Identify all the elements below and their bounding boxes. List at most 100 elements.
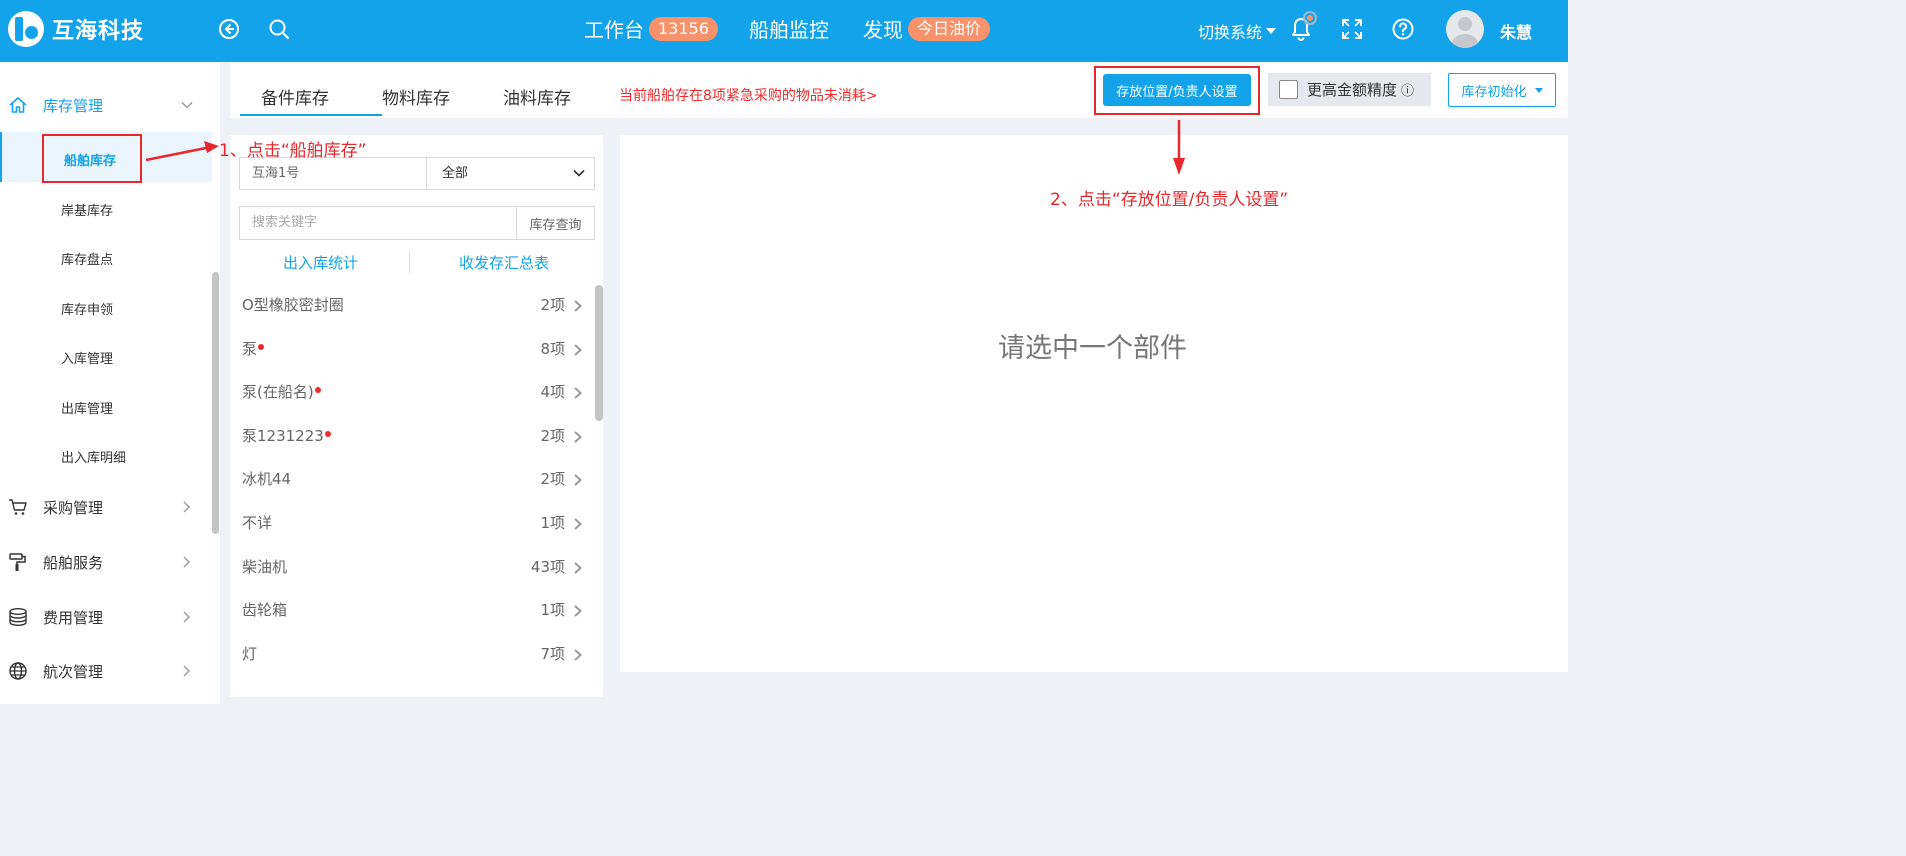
brand-logo[interactable]: 互海科技 [8, 11, 144, 47]
nav-discover[interactable]: 发现 今日油价 [863, 14, 991, 43]
chevron-right-icon [574, 300, 582, 312]
sidebar-scrollbar[interactable] [212, 272, 219, 534]
urgent-dot-icon [258, 343, 265, 350]
help-icon[interactable] [1391, 17, 1415, 41]
sidebar-group-label: 库存管理 [43, 96, 104, 115]
sidebar-item-requisition[interactable]: 库存申领 [61, 299, 113, 318]
sidebar-group-voyage[interactable]: 航次管理 [0, 656, 220, 686]
list-item[interactable]: 不详 1项 [242, 512, 587, 536]
part-count: 7项 [540, 644, 565, 663]
globe-icon [9, 662, 27, 680]
list-item[interactable]: 柴油机 43项 [242, 556, 587, 580]
coins-stack-icon [9, 608, 27, 627]
higher-precision-toggle[interactable]: 更高金额精度 ⓘ [1268, 73, 1431, 106]
urgent-dot-icon [324, 430, 331, 437]
chevron-right-icon [183, 501, 190, 513]
sidebar-item-outbound[interactable]: 出库管理 [61, 398, 113, 417]
part-name: 柴油机 [242, 557, 288, 576]
info-icon[interactable]: ⓘ [1401, 80, 1414, 99]
chevron-right-icon [574, 561, 582, 574]
switch-system-label: 切换系统 [1198, 23, 1263, 42]
logo-icon [8, 11, 44, 47]
precision-checkbox[interactable] [1279, 80, 1298, 99]
part-count: 8项 [540, 339, 565, 358]
brand-name: 互海科技 [52, 19, 145, 44]
chevron-right-icon [183, 556, 190, 568]
inventory-init-dropdown[interactable]: 库存初始化 [1448, 73, 1556, 107]
sidebar-group-label: 船舶服务 [43, 553, 104, 572]
inventory-query-button[interactable]: 库存查询 [516, 206, 595, 240]
tab-spare-parts[interactable]: 备件库存 [261, 84, 329, 109]
active-tab-underline [240, 114, 382, 116]
part-name: 泵 [242, 338, 265, 359]
sidebar-active-indicator [0, 132, 2, 182]
caret-down-icon [1266, 28, 1277, 34]
part-count: 2项 [540, 426, 565, 445]
part-count: 4项 [540, 383, 565, 402]
chevron-right-icon [574, 518, 582, 530]
sidebar-group-label: 航次管理 [43, 662, 104, 681]
tab-materials[interactable]: 物料库存 [382, 84, 450, 109]
switch-system-dropdown[interactable]: 切换系统 [1198, 19, 1277, 43]
sidebar-group-label: 费用管理 [43, 608, 104, 627]
paint-roller-icon [9, 553, 26, 571]
keyword-search-input[interactable]: 搜索关键字 [239, 206, 517, 240]
sidebar-group-label: 采购管理 [43, 498, 104, 517]
cart-icon [9, 499, 27, 515]
sidebar-group-ship-service[interactable]: 船舶服务 [0, 547, 220, 577]
parts-list-scrollbar[interactable] [595, 285, 603, 421]
sidebar-item-stocktaking[interactable]: 库存盘点 [61, 249, 113, 268]
nav-ship-monitor[interactable]: 船舶监控 [749, 14, 829, 43]
part-name: 齿轮箱 [242, 601, 288, 620]
sidebar-item-shore-inventory[interactable]: 岸基库存 [61, 200, 113, 219]
avatar[interactable] [1446, 10, 1484, 48]
chevron-right-icon [574, 474, 582, 487]
annotation-box-step1 [42, 134, 142, 183]
list-item[interactable]: 冰机44 2项 [242, 468, 587, 492]
part-name: 冰机44 [242, 470, 292, 489]
search-icon[interactable] [267, 17, 291, 41]
bell-icon[interactable] [1288, 8, 1324, 44]
urgent-dot-icon [314, 387, 321, 394]
part-count: 2项 [540, 296, 565, 314]
part-name: O型橡胶密封圈 [242, 296, 344, 314]
back-circle-icon[interactable] [217, 17, 241, 41]
username[interactable]: 朱慧 [1500, 19, 1532, 43]
oil-price-badge[interactable]: 今日油价 [908, 16, 991, 41]
part-name: 灯 [242, 644, 258, 663]
list-item[interactable]: 灯 7项 [242, 643, 587, 667]
top-navbar: 互海科技 工作台 13156 船舶监控 发现 今日油价 切换系统 朱慧 [0, 0, 1568, 62]
sidebar-group-inventory[interactable]: 库存管理 [0, 90, 220, 120]
category-select-value: 全部 [442, 166, 469, 181]
sidebar-item-io-detail[interactable]: 出入库明细 [61, 447, 126, 466]
tab-oil[interactable]: 油料库存 [503, 84, 571, 109]
list-item[interactable]: O型橡胶密封圈 2项 [242, 294, 587, 318]
list-item[interactable]: 泵 8项 [242, 338, 587, 362]
fullscreen-icon[interactable] [1340, 17, 1364, 41]
part-name: 泵1231223 [242, 425, 331, 446]
annotation-box-step2 [1094, 66, 1260, 115]
empty-state-text: 请选中一个部件 [998, 333, 1187, 364]
chevron-right-icon [574, 431, 582, 443]
part-count: 1项 [540, 601, 565, 620]
list-item[interactable]: 泵(在船名) 4项 [242, 381, 587, 405]
inventory-init-label: 库存初始化 [1461, 84, 1527, 100]
part-name: 不详 [242, 514, 273, 532]
nav-workbench-label: 工作台 [584, 18, 644, 42]
sidebar-group-purchase[interactable]: 采购管理 [0, 492, 220, 522]
part-name: 泵(在船名) [242, 381, 321, 402]
nav-workbench[interactable]: 工作台 13156 [584, 14, 718, 43]
list-item[interactable]: 泵1231223 2项 [242, 425, 587, 449]
ship-select-input[interactable]: 互海1号 [239, 157, 426, 190]
caret-down-icon [1534, 87, 1543, 93]
category-select[interactable]: 全部 [426, 157, 595, 190]
stock-summary-link[interactable]: 收发存汇总表 [459, 252, 549, 273]
urgent-purchase-warning-link[interactable]: 当前船舶存在8项紧急采购的物品未消耗> [619, 85, 878, 105]
chevron-right-icon [574, 343, 582, 356]
list-item[interactable]: 齿轮箱 1项 [242, 599, 587, 623]
part-count: 2项 [540, 470, 565, 489]
sidebar-item-inbound[interactable]: 入库管理 [61, 348, 113, 367]
sidebar-group-expenses[interactable]: 费用管理 [0, 602, 220, 632]
chevron-right-icon [183, 611, 190, 623]
io-statistics-link[interactable]: 出入库统计 [283, 252, 358, 273]
